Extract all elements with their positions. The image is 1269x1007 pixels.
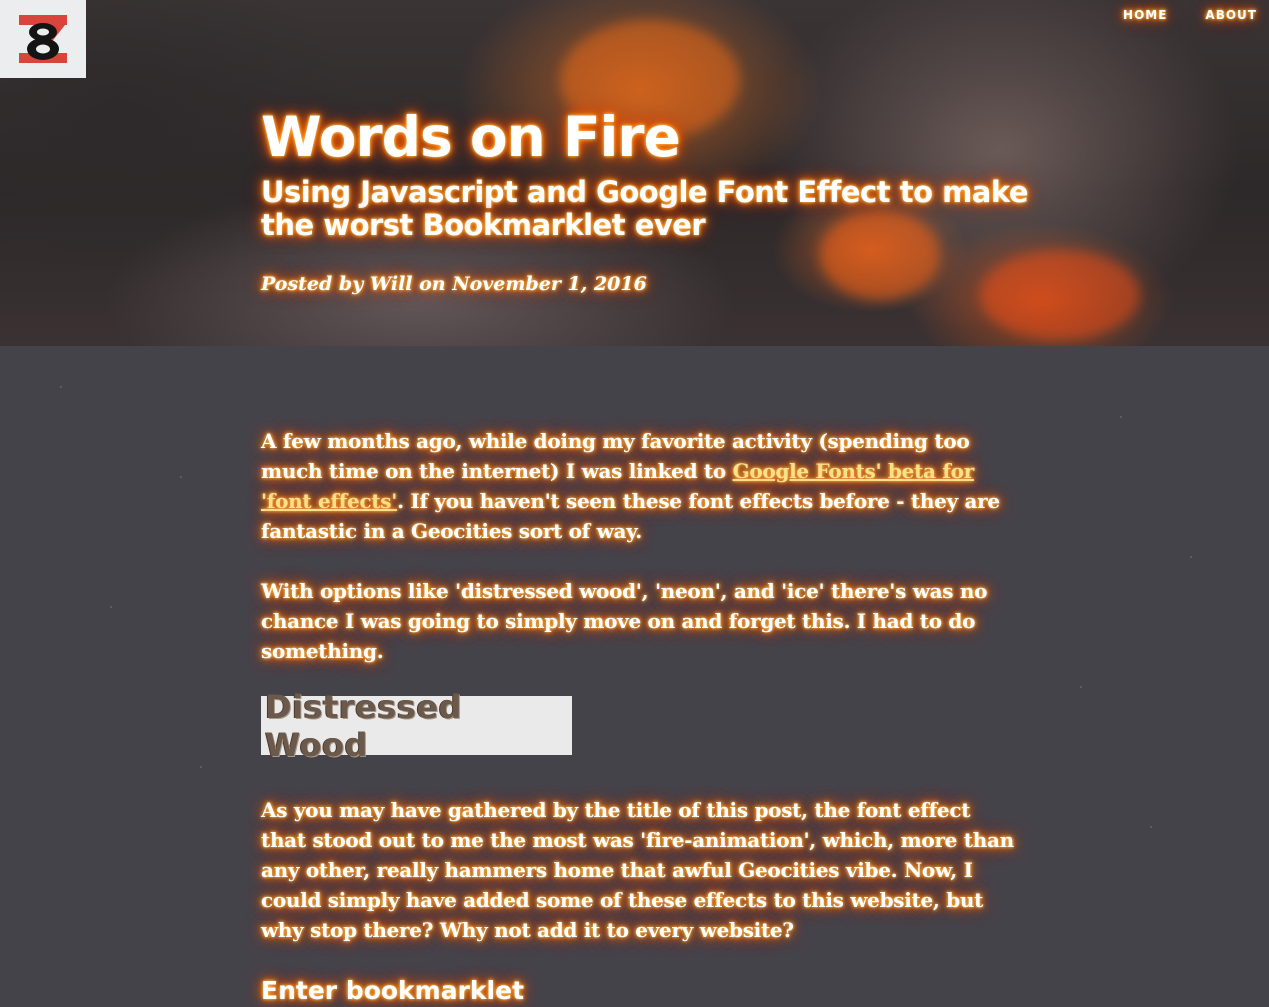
paragraph-fire-animation: As you may have gathered by the title of… <box>261 798 1014 942</box>
post-meta: Posted by Will on November 1, 2016 <box>261 273 647 295</box>
hero-banner: HOME ABOUT Words on Fire Using Javascrip… <box>0 0 1269 346</box>
post-heading: Words on Fire Using Javascript and Googl… <box>261 104 1041 296</box>
top-nav: HOME ABOUT <box>1123 8 1257 22</box>
paragraph-text: in a Geocities sort of way. <box>356 519 643 543</box>
site-logo[interactable] <box>0 0 86 78</box>
post-body: A few months ago, while doing my favorit… <box>261 426 1021 1007</box>
logo-icon <box>19 15 67 63</box>
section-heading: Enter bookmarklet <box>261 976 525 1005</box>
distressed-wood-demo-image: Distressed Wood <box>261 688 572 764</box>
nav-about-link[interactable]: ABOUT <box>1205 8 1257 22</box>
nav-home-link[interactable]: HOME <box>1123 8 1167 22</box>
post-subtitle: Using Javascript and Google Font Effect … <box>261 175 1029 242</box>
paragraph-options: With options like 'distressed wood', 'ne… <box>261 579 988 663</box>
paragraph-text: . If you haven't seen these font effects… <box>397 489 911 513</box>
paragraph-intro: A few months ago, while doing my favorit… <box>261 426 1021 546</box>
demo-text: Distressed Wood <box>265 687 463 764</box>
post-title: Words on Fire <box>261 105 681 169</box>
